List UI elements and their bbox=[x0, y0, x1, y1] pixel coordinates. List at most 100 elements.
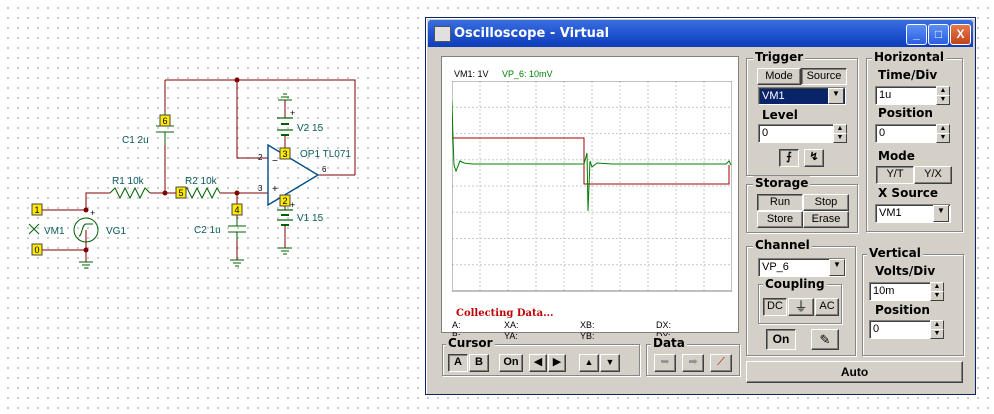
readout-xa: XA: bbox=[504, 320, 519, 330]
svg-text:2: 2 bbox=[283, 196, 288, 206]
svg-text:+: + bbox=[272, 184, 278, 195]
trigger-level-down-icon[interactable]: ▼ bbox=[833, 133, 847, 143]
x-source-dropdown-icon[interactable]: ▼ bbox=[933, 205, 949, 222]
cursor-left-icon[interactable]: ◀ bbox=[529, 354, 547, 372]
trigger-source-dropdown-icon[interactable]: ▼ bbox=[828, 88, 844, 104]
time-div-label: Time/Div bbox=[878, 68, 938, 82]
node-0: 0 bbox=[31, 243, 43, 256]
cursor-title: Cursor bbox=[446, 336, 495, 350]
cursor-right-icon[interactable]: ▶ bbox=[548, 354, 566, 372]
horizontal-position-down-icon[interactable]: ▼ bbox=[936, 133, 950, 143]
status-text: Collecting Data... bbox=[456, 308, 554, 319]
svg-text:−: − bbox=[272, 156, 278, 167]
node-1: 1 bbox=[31, 203, 43, 216]
cursor-up-icon[interactable]: ▲ bbox=[579, 354, 599, 372]
oscilloscope-app-icon bbox=[434, 26, 451, 42]
horizontal-title: Horizontal bbox=[872, 50, 947, 64]
label-r1: R1 10k bbox=[112, 176, 145, 187]
svg-text:+: + bbox=[290, 200, 295, 210]
volts-div-input[interactable]: 10m bbox=[869, 282, 931, 301]
mode-yt-button[interactable]: Y/T bbox=[876, 166, 914, 184]
channel-a-label: VM1: 1V bbox=[454, 69, 489, 79]
label-c2: C2 1u bbox=[194, 225, 221, 236]
minimize-button[interactable]: _ bbox=[906, 24, 927, 45]
cursor-on-button[interactable]: On bbox=[499, 354, 523, 372]
svg-text:3: 3 bbox=[258, 184, 263, 193]
time-div-down-icon[interactable]: ▼ bbox=[936, 95, 950, 105]
svg-text:3: 3 bbox=[283, 149, 288, 159]
trigger-source-button[interactable]: Source bbox=[801, 68, 847, 85]
svg-text:6: 6 bbox=[163, 116, 168, 126]
graph-data-icon[interactable]: ⟋ bbox=[710, 354, 732, 372]
x-source-label: X Source bbox=[878, 186, 939, 200]
label-c1: C1 2u bbox=[122, 135, 149, 146]
node-2: 2 bbox=[279, 194, 291, 207]
label-v1: V1 15 bbox=[297, 213, 324, 224]
volts-div-label: Volts/Div bbox=[875, 264, 936, 278]
trigger-level-label: Level bbox=[762, 108, 798, 122]
readout-ya: YA: bbox=[504, 331, 518, 341]
horizontal-position-input[interactable]: 0 bbox=[875, 124, 937, 143]
node-5: 5 bbox=[175, 186, 187, 199]
label-vm1: VM1 bbox=[44, 226, 65, 237]
export-data-icon[interactable]: ➡ bbox=[682, 354, 704, 372]
readout-xb: XB: bbox=[580, 320, 595, 330]
stop-button[interactable]: Stop bbox=[803, 194, 849, 211]
channel-on-button[interactable]: On bbox=[766, 329, 796, 350]
channel-dropdown-icon[interactable]: ▼ bbox=[829, 259, 845, 276]
import-data-icon[interactable]: ➥ bbox=[654, 354, 676, 372]
svg-text:+: + bbox=[290, 108, 295, 118]
waveform-graph bbox=[452, 81, 732, 292]
coupling-label: Coupling bbox=[763, 277, 827, 291]
horizontal-mode-label: Mode bbox=[878, 149, 915, 163]
svg-text:4: 4 bbox=[235, 205, 240, 215]
maximize-button[interactable]: □ bbox=[928, 24, 949, 45]
svg-text:6: 6 bbox=[322, 165, 327, 174]
label-vg1: VG1 bbox=[106, 226, 126, 237]
vertical-position-input[interactable]: 0 bbox=[869, 320, 931, 339]
channel-b-label: VP_6: 10mV bbox=[502, 69, 553, 79]
auto-button[interactable]: Auto bbox=[746, 361, 963, 383]
node-4: 4 bbox=[231, 203, 243, 216]
readout-dx: DX: bbox=[656, 320, 672, 330]
cursor-down-icon[interactable]: ▼ bbox=[600, 354, 620, 372]
title-bar[interactable]: Oscilloscope - Virtual _ □ X bbox=[428, 20, 973, 47]
svg-text:5: 5 bbox=[179, 188, 184, 198]
store-button[interactable]: Store bbox=[757, 211, 803, 228]
erase-button[interactable]: Erase bbox=[803, 211, 849, 228]
vertical-position-label: Position bbox=[875, 303, 930, 317]
trigger-mode-button[interactable]: Mode bbox=[757, 68, 801, 85]
horizontal-position-label: Position bbox=[878, 106, 933, 120]
node-6: 6 bbox=[159, 114, 171, 127]
coupling-ac-button[interactable]: AC bbox=[815, 298, 839, 316]
time-div-input[interactable]: 1u bbox=[875, 86, 937, 105]
volts-div-down-icon[interactable]: ▼ bbox=[930, 291, 944, 301]
svg-text:1: 1 bbox=[35, 205, 40, 215]
cursor-b-button[interactable]: B bbox=[469, 354, 489, 372]
data-title: Data bbox=[651, 336, 687, 350]
svg-text:0: 0 bbox=[35, 245, 40, 255]
svg-text:+: + bbox=[90, 208, 95, 218]
mode-yx-button[interactable]: Y/X bbox=[914, 166, 952, 184]
storage-title: Storage bbox=[753, 176, 811, 190]
vertical-title: Vertical bbox=[867, 246, 923, 260]
label-r2: R2 10k bbox=[185, 176, 218, 187]
readout-yb: YB: bbox=[580, 331, 595, 341]
trigger-level-input[interactable]: 0 bbox=[758, 124, 834, 143]
label-op1: OP1 TL071 bbox=[300, 149, 351, 160]
rising-edge-button[interactable]: ⨍ bbox=[779, 149, 799, 167]
label-v2: V2 15 bbox=[297, 123, 324, 134]
falling-edge-button[interactable]: ↯ bbox=[804, 149, 824, 167]
coupling-dc-button[interactable]: DC bbox=[763, 298, 787, 316]
window-title: Oscilloscope - Virtual bbox=[454, 26, 610, 41]
channel-title: Channel bbox=[753, 238, 812, 252]
probe-color-icon[interactable]: ✎ bbox=[811, 329, 839, 350]
node-3: 3 bbox=[279, 147, 291, 160]
vertical-position-down-icon[interactable]: ▼ bbox=[930, 329, 944, 339]
circuit-schematic: 1 0 6 5 4 3 2 VM1 VG1 R1 10k R2 10k C1 2… bbox=[28, 77, 356, 269]
run-button[interactable]: Run bbox=[757, 194, 803, 211]
cursor-a-button[interactable]: A bbox=[448, 354, 468, 372]
close-button[interactable]: X bbox=[950, 24, 971, 45]
scope-display[interactable]: VM1: 1V VP_6: 10mV Collecting Data... A:… bbox=[441, 56, 739, 341]
coupling-ground-icon[interactable]: ⏚ bbox=[788, 298, 814, 316]
